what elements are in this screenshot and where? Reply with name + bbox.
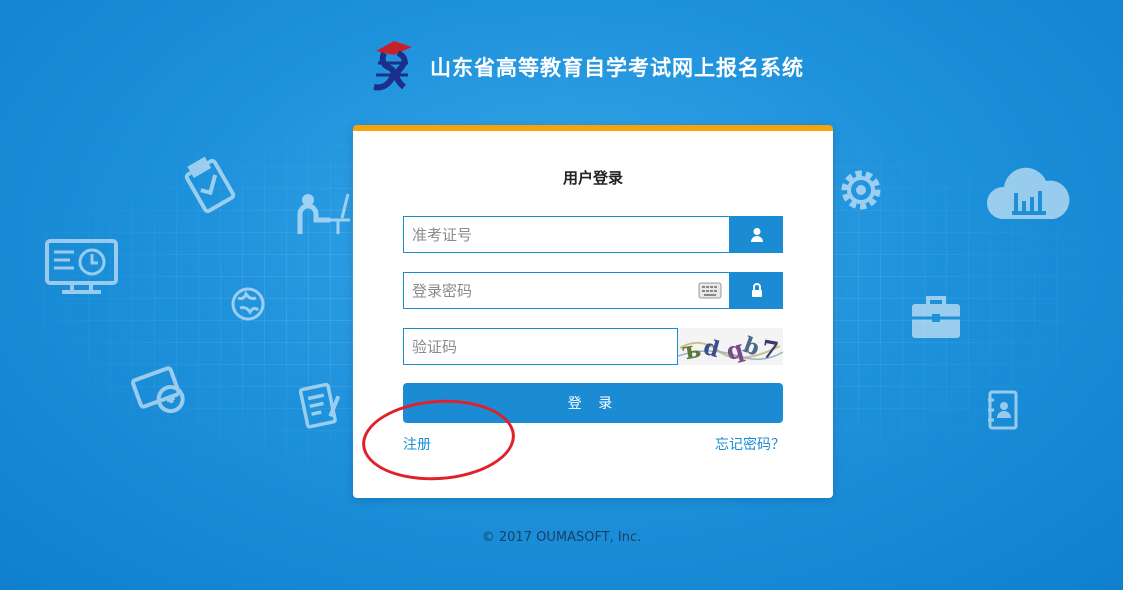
monitor-clock-icon: [45, 239, 118, 294]
lock-icon-addon: [730, 272, 783, 309]
clipboard-icon: [184, 156, 236, 214]
cloud-chart-icon: [986, 167, 1070, 219]
user-icon: [750, 227, 763, 242]
site-title: 山东省高等教育自学考试网上报名系统: [430, 56, 804, 80]
password-input[interactable]: [403, 272, 730, 309]
login-title: 用户登录: [562, 169, 623, 187]
globe-icon: [231, 287, 265, 321]
captcha-input[interactable]: [403, 328, 678, 365]
lock-icon: [751, 283, 762, 297]
coins-icon: [131, 366, 185, 414]
person-at-desk-icon: [297, 193, 350, 234]
document-edit-icon: [298, 382, 341, 429]
captcha-image[interactable]: ъ d q b 7: [678, 328, 783, 365]
footer-copyright: © 2017 OUMASOFT, Inc.: [481, 530, 642, 545]
forgot-password-link[interactable]: 忘记密码？: [715, 434, 785, 454]
exam-logo-icon: [373, 41, 412, 91]
gear-icon: [841, 170, 881, 210]
user-icon-addon: [730, 216, 783, 253]
site-header: 山东省高等教育自学考试网上报名系统: [370, 38, 804, 96]
username-input[interactable]: [403, 216, 730, 253]
keyboard-icon[interactable]: [698, 282, 722, 299]
briefcase-icon: [912, 296, 960, 338]
contact-book-icon: [988, 390, 1018, 430]
